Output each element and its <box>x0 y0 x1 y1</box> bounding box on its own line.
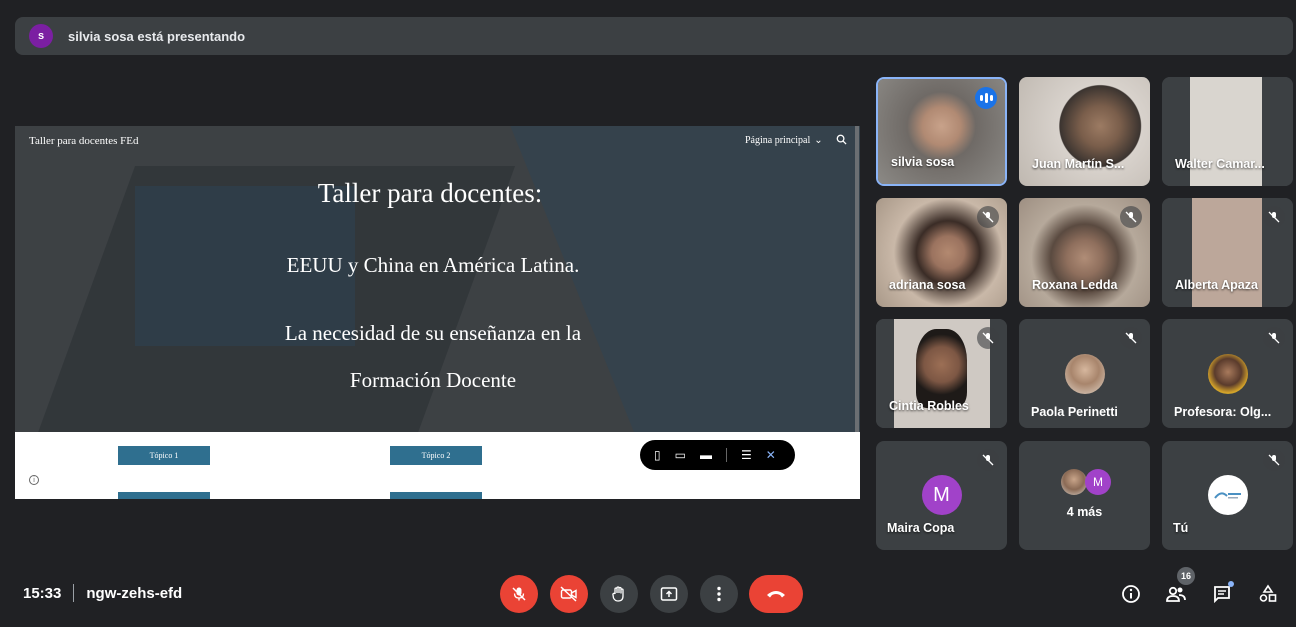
camera-toggle-button[interactable] <box>550 575 588 613</box>
participant-name: Juan Martín S... <box>1032 157 1125 171</box>
participant-name: silvia sosa <box>891 155 955 169</box>
mic-off-icon <box>512 587 526 601</box>
participant-tile[interactable]: Paola Perinetti <box>1019 319 1150 428</box>
participant-name: Walter Camar... <box>1175 157 1265 171</box>
self-tile[interactable]: Tú <box>1162 441 1293 550</box>
participant-name: Paola Perinetti <box>1031 405 1118 419</box>
presenting-label: silvia sosa está presentando <box>68 28 246 44</box>
participant-tile[interactable]: Cintia Robles <box>876 319 1007 428</box>
avatar <box>1061 469 1087 495</box>
meeting-info: 15:33 ngw-zehs-efd <box>23 584 182 602</box>
raise-hand-button[interactable] <box>600 575 638 613</box>
page-hero: Taller para docentes FEd Página principa… <box>15 126 860 432</box>
mic-off-icon <box>1263 206 1285 228</box>
info-icon <box>1122 585 1140 603</box>
topic-button-partial <box>390 492 482 499</box>
participant-name: Cintia Robles <box>889 399 969 413</box>
page-subtitle: EEUU y China en América Latina. <box>286 253 580 277</box>
comment-icon: ☰ <box>740 448 752 462</box>
laptop-view-icon: ▬ <box>699 448 712 462</box>
activities-button[interactable] <box>1255 581 1281 607</box>
shapes-icon <box>1259 584 1277 602</box>
topic-2-button: Tópico 2 <box>390 446 482 465</box>
info-icon: i <box>29 475 39 485</box>
avatar <box>1064 354 1105 394</box>
present-now-button[interactable] <box>650 575 688 613</box>
participant-name: Alberta Apaza <box>1175 278 1258 292</box>
chat-button[interactable] <box>1209 581 1235 607</box>
mic-off-icon <box>1120 206 1142 228</box>
participant-tile[interactable]: Juan Martín S... <box>1019 77 1150 186</box>
participant-tile[interactable]: adriana sosa <box>876 198 1007 307</box>
more-vert-icon <box>717 586 721 602</box>
meeting-code: ngw-zehs-efd <box>86 584 183 602</box>
more-participants-tile[interactable]: M 4 más <box>1019 441 1150 550</box>
participant-tile[interactable]: M Maira Copa <box>876 441 1007 550</box>
view-toolbar: ▯ ▭ ▬ ☰ ✕ <box>640 440 795 470</box>
presenting-bar: s silvia sosa está presentando <box>15 17 1293 55</box>
page-text-line: Formación Docente <box>349 368 517 392</box>
site-nav-label: Página principal <box>745 135 811 146</box>
notification-dot <box>1228 581 1234 587</box>
participant-tile[interactable]: Profesora: Olg... <box>1162 319 1293 428</box>
presenter-avatar: s <box>29 24 53 48</box>
search-icon <box>836 134 847 148</box>
avatar <box>1207 354 1248 394</box>
participant-tile[interactable]: silvia sosa <box>876 77 1007 186</box>
participant-tile[interactable]: Walter Camar... <box>1162 77 1293 186</box>
site-nav-home: Página principal ⌄ <box>745 135 823 146</box>
participant-name: adriana sosa <box>889 278 966 292</box>
participants-count-badge: 16 <box>1177 567 1195 585</box>
avatar: M <box>921 475 962 515</box>
page-text-line: La necesidad de su enseñanza en la <box>284 321 582 345</box>
participant-name: Profesora: Olg... <box>1174 405 1272 419</box>
topic-button-partial <box>118 492 210 499</box>
mic-off-icon <box>977 327 999 349</box>
more-count-label: 4 más <box>1066 505 1103 519</box>
participant-tile[interactable]: Roxana Ledda <box>1019 198 1150 307</box>
page-heading: Taller para docentes: <box>317 178 543 208</box>
phone-view-icon: ▯ <box>654 448 661 462</box>
speaking-indicator-icon <box>975 87 997 109</box>
mic-off-icon <box>1263 327 1285 349</box>
meeting-details-button[interactable] <box>1118 581 1144 607</box>
mic-off-icon <box>1120 327 1142 349</box>
participant-name: Tú <box>1173 521 1189 535</box>
chevron-down-icon: ⌄ <box>814 135 823 146</box>
mic-off-icon <box>1263 449 1285 471</box>
topic-1-button: Tópico 1 <box>118 446 210 465</box>
present-screen-icon <box>660 587 678 601</box>
leave-call-button[interactable] <box>749 575 803 613</box>
clock-time: 15:33 <box>23 584 62 602</box>
people-icon <box>1166 586 1186 602</box>
more-options-button[interactable] <box>700 575 738 613</box>
participant-name: Roxana Ledda <box>1032 278 1118 292</box>
participant-tile[interactable]: Alberta Apaza <box>1162 198 1293 307</box>
hand-icon <box>612 586 624 602</box>
mic-off-icon <box>977 449 999 471</box>
mic-off-icon <box>977 206 999 228</box>
page-scrollbar <box>855 126 859 432</box>
logo-avatar <box>1207 475 1248 515</box>
shared-screen: Taller para docentes FEd Página principa… <box>15 126 860 499</box>
tablet-view-icon: ▭ <box>674 448 686 462</box>
site-title: Taller para docentes FEd <box>29 135 139 147</box>
avatar: M <box>1085 469 1111 495</box>
close-icon: ✕ <box>765 448 776 462</box>
microphone-toggle-button[interactable] <box>500 575 538 613</box>
participant-name: Maira Copa <box>887 521 955 535</box>
camera-off-icon <box>560 586 577 602</box>
hang-up-icon <box>767 591 785 598</box>
chat-icon <box>1214 586 1230 604</box>
